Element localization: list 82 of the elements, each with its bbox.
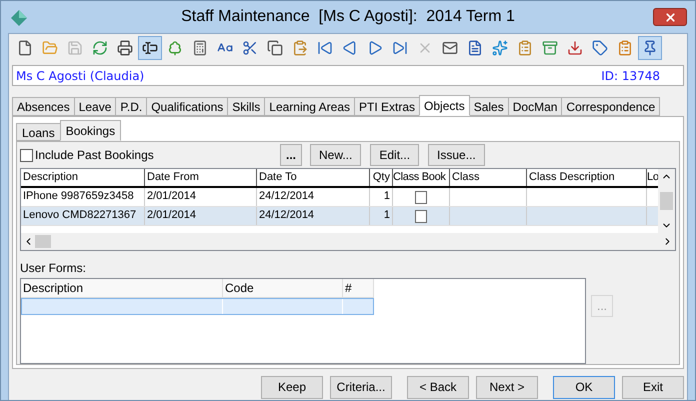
document-icon xyxy=(17,40,33,56)
tray-download-icon xyxy=(567,40,583,56)
column-header[interactable]: Class xyxy=(450,169,527,186)
app-icon xyxy=(11,10,27,26)
window-title: Staff Maintenance [Ms C Agosti]: 2014 Term 1 xyxy=(181,7,515,27)
archive-box-icon xyxy=(542,40,558,56)
dialog-button[interactable]: Criteria... xyxy=(330,376,392,398)
calculator-icon xyxy=(192,40,208,56)
tab[interactable]: Qualifications xyxy=(146,97,228,116)
previous-icon xyxy=(342,40,358,56)
tree-icon xyxy=(167,40,183,56)
text-field-tool[interactable] xyxy=(138,36,162,60)
dialog-button[interactable]: Exit xyxy=(622,376,684,398)
close-button[interactable] xyxy=(653,8,687,26)
word-document-icon xyxy=(467,40,483,56)
action-button[interactable]: Edit... xyxy=(370,144,420,166)
column-header[interactable]: Description xyxy=(21,279,223,298)
pin-tool[interactable] xyxy=(638,36,662,60)
column-header[interactable]: Date To xyxy=(257,169,370,186)
tab[interactable]: Correspondence xyxy=(561,97,660,116)
pin-icon xyxy=(642,40,658,56)
tag-icon xyxy=(592,40,608,56)
table-cell: 24/12/2014 xyxy=(257,188,370,206)
column-header[interactable]: Class Description xyxy=(527,169,647,186)
action-button[interactable]: Issue... xyxy=(428,144,485,166)
action-button[interactable]: New... xyxy=(310,144,362,166)
table-cell: 2/01/2014 xyxy=(145,188,257,206)
column-header[interactable]: Date From xyxy=(145,169,257,186)
column-header[interactable]: Description xyxy=(21,169,145,186)
scissors-icon xyxy=(242,40,258,56)
paste-icon xyxy=(292,40,308,56)
tab[interactable]: Learning Areas xyxy=(264,97,355,116)
next-icon xyxy=(367,40,383,56)
dialog-button[interactable]: Next > xyxy=(476,376,538,398)
dialog-button[interactable]: Keep xyxy=(261,376,323,398)
table-cell: IPhone 9987659z3458 xyxy=(21,188,145,206)
dialog-button[interactable]: OK xyxy=(553,376,615,398)
tab[interactable]: DocMan xyxy=(508,97,562,116)
include-past-checkbox[interactable] xyxy=(20,148,33,162)
horizontal-scrollbar[interactable] xyxy=(21,233,675,250)
first-icon xyxy=(317,40,333,56)
sub-tab[interactable]: Loans xyxy=(16,123,61,141)
class-book-checkbox[interactable] xyxy=(415,190,427,204)
scroll-thumb[interactable] xyxy=(660,192,673,210)
tab[interactable]: P.D. xyxy=(115,97,148,116)
table-cell: 24/12/2014 xyxy=(257,207,370,225)
table-cell: 1 xyxy=(370,207,393,225)
text-field-icon xyxy=(142,40,158,56)
envelope-icon xyxy=(442,40,458,56)
table-cell: Lenovo CMD82271367 xyxy=(21,207,145,225)
user-forms-label: User Forms: xyxy=(20,260,87,277)
tab[interactable]: Objects xyxy=(419,95,470,116)
tab[interactable]: Leave xyxy=(74,97,116,116)
column-header[interactable]: Qty xyxy=(370,169,393,186)
clipboard-list-icon xyxy=(617,40,633,56)
vertical-scrollbar[interactable] xyxy=(658,169,675,233)
sparkle-icon xyxy=(492,40,508,56)
clipboard-icon xyxy=(517,40,533,56)
column-header[interactable]: # xyxy=(343,279,374,298)
column-header[interactable]: Code xyxy=(223,279,343,298)
scroll-thumb[interactable] xyxy=(35,235,51,248)
sub-tab[interactable]: Bookings xyxy=(60,120,122,141)
column-header[interactable]: Class Book xyxy=(393,169,450,186)
include-past-label: Include Past Bookings xyxy=(35,147,154,164)
refresh-icon xyxy=(92,40,108,56)
last-icon xyxy=(392,40,408,56)
table-cell: 1 xyxy=(370,188,393,206)
printer-icon xyxy=(117,40,133,56)
tab[interactable]: Sales xyxy=(468,97,509,116)
table-cell: 2/01/2014 xyxy=(145,207,257,225)
class-book-checkbox[interactable] xyxy=(415,210,427,222)
tab[interactable]: PTI Extras xyxy=(354,97,420,116)
folder-icon xyxy=(42,40,58,56)
tab[interactable]: Absences xyxy=(12,97,75,116)
action-button[interactable]: ... xyxy=(280,144,302,166)
table-row[interactable]: Lenovo CMD82271367 2/01/2014 24/12/2014 1 xyxy=(21,207,658,226)
close-icon xyxy=(664,10,676,24)
staff-id: ID: 13748 xyxy=(601,68,660,84)
tab[interactable]: Skills xyxy=(227,97,266,116)
dialog-button[interactable]: < Back xyxy=(407,376,469,398)
staff-name: Ms C Agosti (Claudia) xyxy=(16,68,144,84)
copy-icon xyxy=(267,40,283,56)
